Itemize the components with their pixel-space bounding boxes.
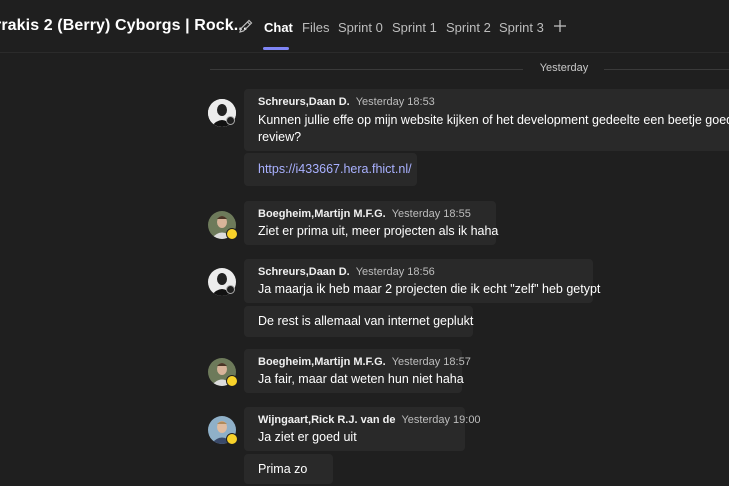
tab-sprint-3[interactable]: Sprint 3 xyxy=(499,20,544,35)
message-timestamp: Yesterday 18:57 xyxy=(391,356,471,368)
message-text: Ja ziet er goed uit xyxy=(258,430,357,444)
message-text: review? xyxy=(258,130,302,144)
status-away-icon xyxy=(226,433,238,445)
message-timestamp: Yesterday 18:53 xyxy=(355,96,435,108)
message-timestamp: Yesterday 18:56 xyxy=(355,266,435,278)
message-bubble: Boegheim,Martijn M.F.G. Yesterday 18:57 J… xyxy=(244,349,471,393)
message-author[interactable]: Wijngaart,Rick R.J. van de xyxy=(258,414,395,426)
avatar[interactable] xyxy=(208,358,238,387)
message-timestamp: Yesterday 19:00 xyxy=(401,414,481,426)
message-author[interactable]: Schreurs,Daan D. xyxy=(258,96,350,108)
message-bubble: Wijngaart,Rick R.J. van de Yesterday 19:0… xyxy=(244,407,481,451)
edit-pencil-icon[interactable] xyxy=(238,18,254,34)
message-text: Ja maarja ik heb maar 2 projecten die ik… xyxy=(258,282,601,296)
active-tab-indicator xyxy=(263,47,289,50)
avatar[interactable] xyxy=(208,416,238,445)
message-timestamp: Yesterday 18:55 xyxy=(391,208,471,220)
tab-sprint-2[interactable]: Sprint 2 xyxy=(446,20,491,35)
message-bubble: https://i433667.hera.fhict.nl/ xyxy=(244,153,417,186)
avatar[interactable] xyxy=(208,268,236,296)
status-away-icon xyxy=(226,375,238,387)
date-divider-line-left xyxy=(210,69,523,70)
message-link[interactable]: https://i433667.hera.fhict.nl/ xyxy=(258,161,412,178)
channel-header: rrakis 2 (Berry) Cyborgs | Rock... Chat … xyxy=(0,0,729,53)
tab-sprint-1[interactable]: Sprint 1 xyxy=(392,20,437,35)
tab-files[interactable]: Files xyxy=(302,20,329,35)
tab-sprint-0[interactable]: Sprint 0 xyxy=(338,20,383,35)
date-divider-line-right xyxy=(604,69,729,70)
message-text: Ziet er prima uit, meer projecten als ik… xyxy=(258,224,499,238)
message-bubble: De rest is allemaal van internet geplukt xyxy=(244,306,473,337)
status-offline-icon xyxy=(226,285,235,294)
status-away-icon xyxy=(226,228,238,240)
status-offline-icon xyxy=(226,116,235,125)
message-bubble: Boegheim,Martijn M.F.G. Yesterday 18:55 Z… xyxy=(244,201,499,245)
message-text: Prima zo xyxy=(258,462,308,476)
message-author[interactable]: Boegheim,Martijn M.F.G. xyxy=(258,208,386,220)
message-bubble: Prima zo xyxy=(244,454,333,484)
avatar[interactable] xyxy=(208,99,236,127)
avatar[interactable] xyxy=(208,211,238,240)
message-text: Ja fair, maar dat weten hun niet haha xyxy=(258,372,464,386)
message-bubble: Schreurs,Daan D. Yesterday 18:56 Ja maarj… xyxy=(244,259,600,303)
channel-title[interactable]: rrakis 2 (Berry) Cyborgs | Rock... xyxy=(0,17,247,35)
message-text: Kunnen jullie effe op mijn website kijke… xyxy=(258,113,729,127)
message-text: De rest is allemaal van internet geplukt xyxy=(258,314,474,328)
message-author[interactable]: Schreurs,Daan D. xyxy=(258,266,350,278)
add-tab-icon[interactable] xyxy=(552,18,568,34)
message-bubble: Schreurs,Daan D. Yesterday 18:53 Kunnen j… xyxy=(244,89,729,151)
message-author[interactable]: Boegheim,Martijn M.F.G. xyxy=(258,356,386,368)
tab-chat[interactable]: Chat xyxy=(264,20,293,35)
date-divider-label: Yesterday xyxy=(539,62,589,74)
